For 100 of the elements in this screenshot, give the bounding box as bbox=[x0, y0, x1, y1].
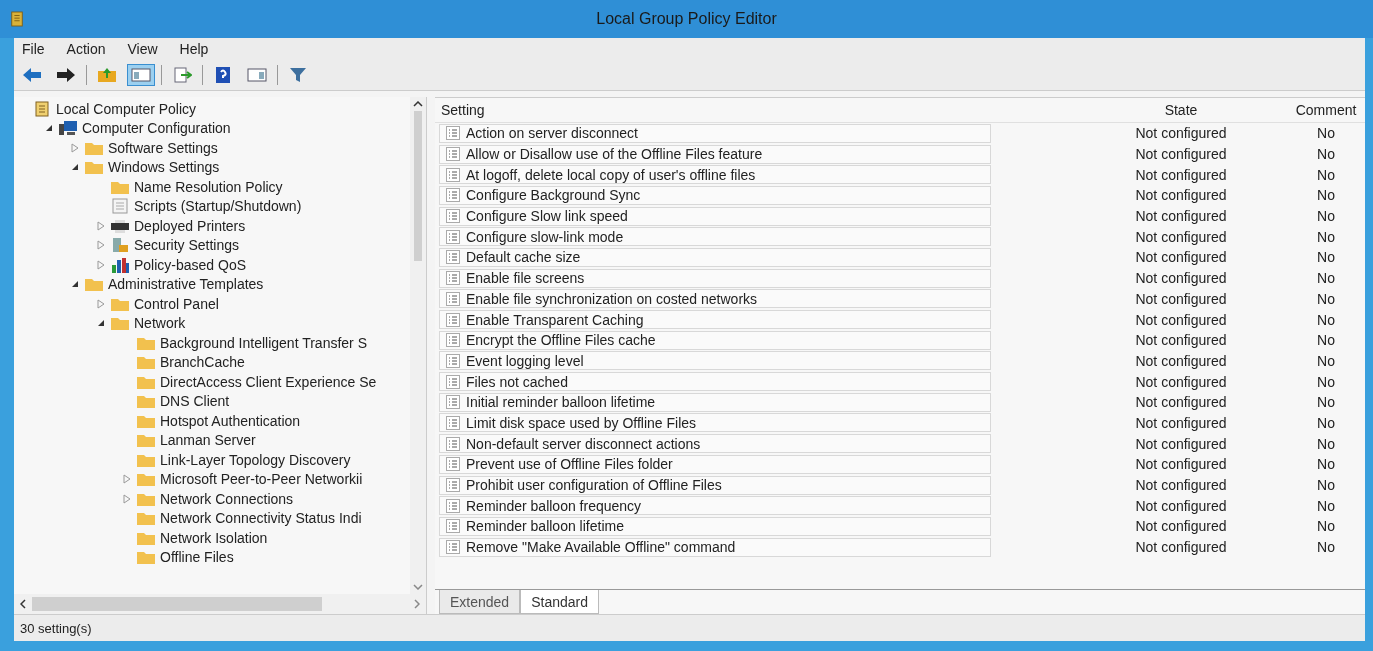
tree-item[interactable]: DNS Client bbox=[160, 393, 230, 410]
setting-row[interactable]: Limit disk space used by Offline Files bbox=[439, 413, 991, 433]
expanded-arrow-icon[interactable] bbox=[71, 280, 79, 289]
setting-row[interactable]: Prevent use of Offline Files folder bbox=[439, 454, 991, 474]
folder-icon bbox=[136, 432, 156, 449]
setting-row[interactable]: Prohibit user configuration of Offline Files bbox=[439, 475, 991, 495]
show-tree-button[interactable] bbox=[127, 64, 155, 86]
help-icon bbox=[213, 67, 233, 83]
scroll-up-icon[interactable] bbox=[413, 101, 423, 107]
scrollbar-thumb[interactable] bbox=[32, 597, 322, 611]
menu-item[interactable]: View bbox=[127, 41, 158, 57]
expanded-arrow-icon[interactable] bbox=[45, 124, 53, 133]
tree-item[interactable]: Deployed Printers bbox=[134, 217, 246, 234]
tree-item[interactable]: Control Panel bbox=[134, 295, 219, 312]
tree-item[interactable]: Network bbox=[134, 315, 186, 332]
collapsed-arrow-icon[interactable] bbox=[71, 142, 79, 153]
table-cell: Allow or Disallow use of the Offline Files feature bbox=[466, 146, 763, 163]
collapsed-arrow-icon[interactable] bbox=[97, 220, 105, 231]
tree-item[interactable]: Offline Files bbox=[160, 549, 234, 566]
setting-row[interactable]: Configure slow-link mode bbox=[439, 227, 991, 247]
table-cell-text: Not configured bbox=[1134, 518, 1228, 535]
policy-icon bbox=[446, 519, 460, 534]
setting-row[interactable]: Configure Slow link speed bbox=[439, 206, 991, 226]
table-cell-text: No bbox=[1316, 352, 1336, 369]
tree-item[interactable]: Local Computer Policy bbox=[56, 100, 197, 117]
tree-item[interactable]: Administrative Templates bbox=[108, 276, 264, 293]
setting-row[interactable]: Event logging level bbox=[439, 351, 991, 371]
table-cell-text: Not configured bbox=[1134, 228, 1228, 245]
setting-row[interactable]: Non-default server disconnect actions bbox=[439, 434, 991, 454]
table-cell-text: No bbox=[1316, 477, 1336, 494]
table-cell-text: No bbox=[1316, 435, 1336, 452]
setting-row[interactable]: Enable file synchronization on costed networks bbox=[439, 289, 991, 309]
setting-row[interactable]: Action on server disconnect bbox=[439, 123, 991, 143]
tree-item[interactable]: Security Settings bbox=[134, 237, 240, 254]
column-header[interactable]: State bbox=[991, 102, 1291, 118]
setting-row[interactable]: Encrypt the Offline Files cache bbox=[439, 330, 991, 350]
setting-row[interactable]: Enable file screens bbox=[439, 268, 991, 288]
table-cell: Non-default server disconnect actions bbox=[466, 435, 701, 452]
tree-item[interactable]: Scripts (Startup/Shutdown) bbox=[134, 198, 302, 215]
vertical-scrollbar[interactable] bbox=[410, 97, 426, 594]
menu-item[interactable]: Help bbox=[179, 41, 209, 57]
horizontal-scrollbar[interactable] bbox=[14, 594, 426, 614]
menu-item[interactable]: Action bbox=[66, 41, 106, 57]
tree-item[interactable]: Windows Settings bbox=[108, 159, 220, 176]
tree-item[interactable]: Policy-based QoS bbox=[134, 256, 247, 273]
collapsed-arrow-icon[interactable] bbox=[123, 493, 131, 504]
collapsed-arrow-icon[interactable] bbox=[123, 474, 131, 485]
policy-icon bbox=[446, 395, 460, 410]
setting-row[interactable]: Default cache size bbox=[439, 247, 991, 267]
tree-item[interactable]: Background Intelligent Transfer S bbox=[160, 334, 367, 351]
setting-row[interactable]: Initial reminder balloon lifetime bbox=[439, 392, 991, 412]
tree-item[interactable]: DirectAccess Client Experience Se bbox=[160, 373, 377, 390]
scroll-right-icon[interactable] bbox=[414, 599, 420, 609]
tree-item[interactable]: Microsoft Peer-to-Peer Networkii bbox=[160, 471, 363, 488]
scroll-left-icon[interactable] bbox=[20, 599, 26, 609]
table-cell: Enable Transparent Caching bbox=[466, 311, 644, 328]
table-cell-text: No bbox=[1316, 518, 1336, 535]
setting-row[interactable]: Reminder balloon lifetime bbox=[439, 516, 991, 536]
collapsed-arrow-icon[interactable] bbox=[97, 259, 105, 270]
tree-item[interactable]: Hotspot Authentication bbox=[160, 412, 301, 429]
scroll-down-icon[interactable] bbox=[413, 584, 423, 590]
tree-item[interactable]: Software Settings bbox=[108, 139, 218, 156]
tree-item[interactable]: Network Isolation bbox=[160, 529, 268, 546]
setting-row[interactable]: Files not cached bbox=[439, 372, 991, 392]
view-tab[interactable]: Extended bbox=[439, 590, 521, 614]
column-header[interactable]: Setting bbox=[435, 102, 991, 118]
table-cell-text: Not configured bbox=[1134, 249, 1228, 266]
scrollbar-thumb[interactable] bbox=[414, 111, 422, 261]
setting-row[interactable]: Reminder balloon frequency bbox=[439, 496, 991, 516]
computer-icon bbox=[58, 120, 78, 137]
setting-row[interactable]: Enable Transparent Caching bbox=[439, 310, 991, 330]
filter-icon bbox=[288, 67, 308, 83]
panel-icon bbox=[247, 67, 267, 83]
tree-item[interactable]: Link-Layer Topology Discovery bbox=[160, 451, 351, 468]
policy-icon bbox=[446, 209, 460, 224]
collapsed-arrow-icon[interactable] bbox=[97, 240, 105, 251]
setting-row[interactable]: Configure Background Sync bbox=[439, 185, 991, 205]
collapsed-arrow-icon[interactable] bbox=[97, 298, 105, 309]
table-cell: Initial reminder balloon lifetime bbox=[466, 394, 656, 411]
printer-icon bbox=[110, 217, 130, 234]
tree-item[interactable]: Name Resolution Policy bbox=[134, 178, 283, 195]
setting-row[interactable]: Remove "Make Available Offline" command bbox=[439, 537, 991, 557]
policy-icon bbox=[446, 147, 460, 162]
table-cell: At logoff, delete local copy of user's offline files bbox=[466, 166, 756, 183]
tree-item[interactable]: Computer Configuration bbox=[82, 120, 231, 137]
table-cell-text: Not configured bbox=[1134, 311, 1228, 328]
expanded-arrow-icon[interactable] bbox=[71, 163, 79, 172]
column-header[interactable]: Comment bbox=[1291, 102, 1361, 118]
policy-icon bbox=[446, 250, 460, 265]
setting-row[interactable]: Allow or Disallow use of the Offline Files feature bbox=[439, 144, 991, 164]
expanded-arrow-icon[interactable] bbox=[97, 319, 105, 328]
setting-row[interactable]: At logoff, delete local copy of user's offline files bbox=[439, 165, 991, 185]
table-cell-text: Not configured bbox=[1134, 270, 1228, 287]
table-cell-text: Not configured bbox=[1134, 539, 1228, 556]
tree-item[interactable]: BranchCache bbox=[160, 354, 245, 371]
tree-item[interactable]: Lanman Server bbox=[160, 432, 256, 449]
tree-item[interactable]: Network Connections bbox=[160, 490, 294, 507]
view-tab[interactable]: Standard bbox=[520, 590, 599, 614]
tree-item[interactable]: Network Connectivity Status Indi bbox=[160, 510, 362, 527]
menu-item[interactable]: File bbox=[22, 41, 45, 57]
